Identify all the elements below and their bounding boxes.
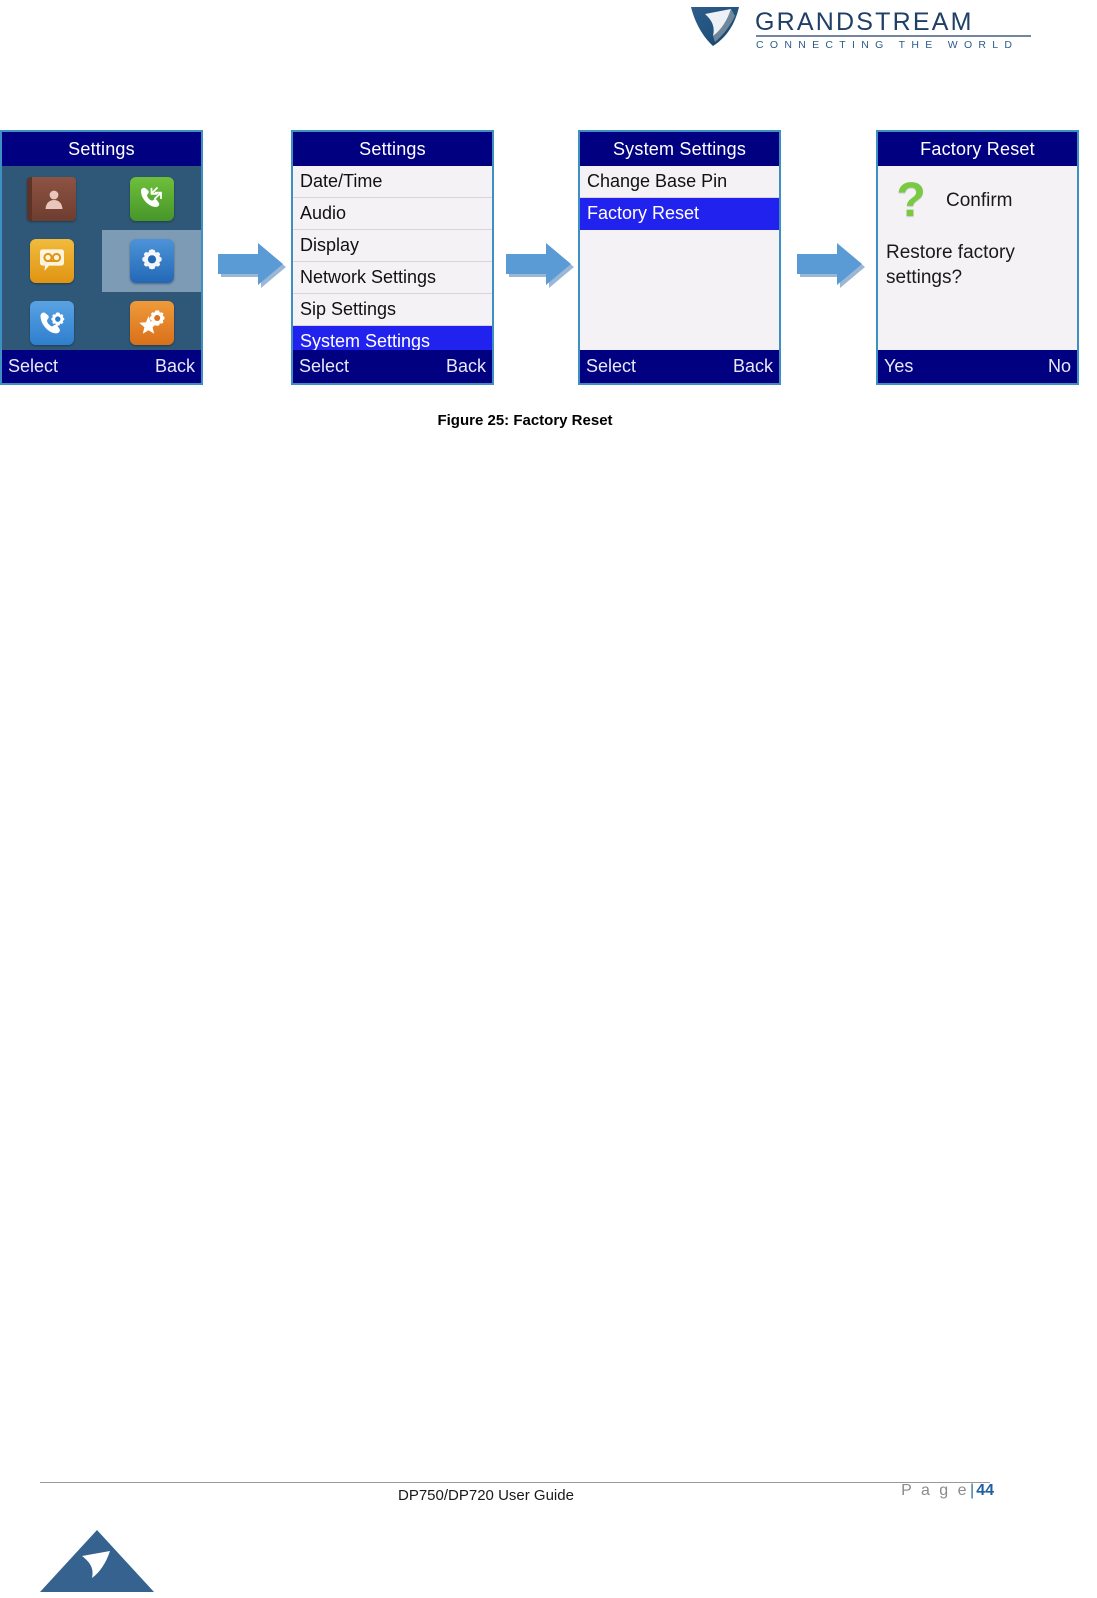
softkey-bar: Yes No	[878, 350, 1077, 383]
screen-title: Settings	[2, 132, 201, 166]
list-item[interactable]: Date/Time	[293, 166, 492, 198]
grid-cell-voicemail[interactable]	[2, 230, 101, 292]
settings-gear-icon	[129, 239, 174, 283]
grid-cell-call-settings[interactable]	[2, 292, 101, 354]
footer-page-value: 44	[976, 1482, 994, 1499]
grid-cell-contacts[interactable]	[2, 168, 101, 230]
shortcut-star-icon	[129, 301, 174, 345]
softkey-bar: Select Back	[2, 350, 201, 383]
screen-settings-list: Settings Date/Time Audio Display Network…	[291, 130, 494, 385]
softkey-back[interactable]: Back	[733, 350, 773, 383]
softkey-back[interactable]: Back	[155, 350, 195, 383]
list-item[interactable]: Sip Settings	[293, 294, 492, 326]
screen-settings-icon-grid: Settings Select Back	[0, 130, 203, 385]
list-item-selected[interactable]: Factory Reset	[580, 198, 779, 230]
footer-page-word: P a g e	[901, 1482, 970, 1499]
brand-wordmark: GRANDSTREAM	[755, 8, 974, 36]
flow-arrow-1-icon	[214, 240, 286, 288]
footer-page-number: P a g e| 44	[901, 1482, 994, 1500]
grandstream-mark	[691, 7, 739, 46]
grid-cell-settings[interactable]	[102, 230, 201, 292]
softkey-yes[interactable]: Yes	[884, 350, 913, 383]
call-settings-icon	[29, 301, 74, 345]
softkey-bar: Select Back	[293, 350, 492, 383]
voicemail-icon	[29, 239, 74, 283]
footer-document-title: DP750/DP720 User Guide	[398, 1487, 574, 1504]
confirm-dialog: ? Confirm Restore factory settings?	[878, 166, 1077, 350]
brand-tagline: CONNECTING THE WORLD	[756, 39, 1018, 51]
list-item-empty	[580, 230, 779, 261]
contacts-icon	[27, 177, 76, 221]
softkey-select[interactable]: Select	[8, 350, 58, 383]
softkey-no[interactable]: No	[1048, 350, 1071, 383]
list-item[interactable]: Network Settings	[293, 262, 492, 294]
grid-cell-shortcut[interactable]	[102, 292, 201, 354]
screen-title: Settings	[293, 132, 492, 166]
softkey-select[interactable]: Select	[586, 350, 636, 383]
softkey-select[interactable]: Select	[299, 350, 349, 383]
call-history-icon	[129, 177, 174, 221]
list-item[interactable]: Display	[293, 230, 492, 262]
grandstream-footer-mark-icon	[38, 1528, 156, 1593]
softkey-bar: Select Back	[580, 350, 779, 383]
figure-caption: Figure 25: Factory Reset	[437, 412, 613, 429]
flow-arrow-2-icon	[502, 240, 574, 288]
flow-arrow-3-icon	[793, 240, 865, 288]
footer-page-separator: |	[970, 1482, 975, 1499]
screen-title: Factory Reset	[878, 132, 1077, 166]
list-item[interactable]: Change Base Pin	[580, 166, 779, 198]
figure-flow-diagram: Settings Select Back Settings Date/Time …	[0, 130, 1097, 392]
confirm-question: Restore factory settings?	[886, 242, 1015, 288]
grandstream-logo: GRANDSTREAM CONNECTING THE WORLD	[683, 4, 1035, 52]
menu-list: Date/Time Audio Display Network Settings…	[293, 166, 492, 358]
list-item[interactable]: Audio	[293, 198, 492, 230]
footer-divider	[40, 1482, 990, 1483]
menu-list: Change Base Pin Factory Reset	[580, 166, 779, 350]
softkey-back[interactable]: Back	[446, 350, 486, 383]
screen-factory-reset-confirm: Factory Reset ? Confirm Restore factory …	[876, 130, 1079, 385]
screen-title: System Settings	[580, 132, 779, 166]
grid-cell-call-history[interactable]	[102, 168, 201, 230]
confirm-label: Confirm	[946, 190, 1013, 211]
screen-system-settings-list: System Settings Change Base Pin Factory …	[578, 130, 781, 385]
icon-grid	[2, 166, 201, 350]
question-mark-icon: ?	[896, 174, 926, 227]
